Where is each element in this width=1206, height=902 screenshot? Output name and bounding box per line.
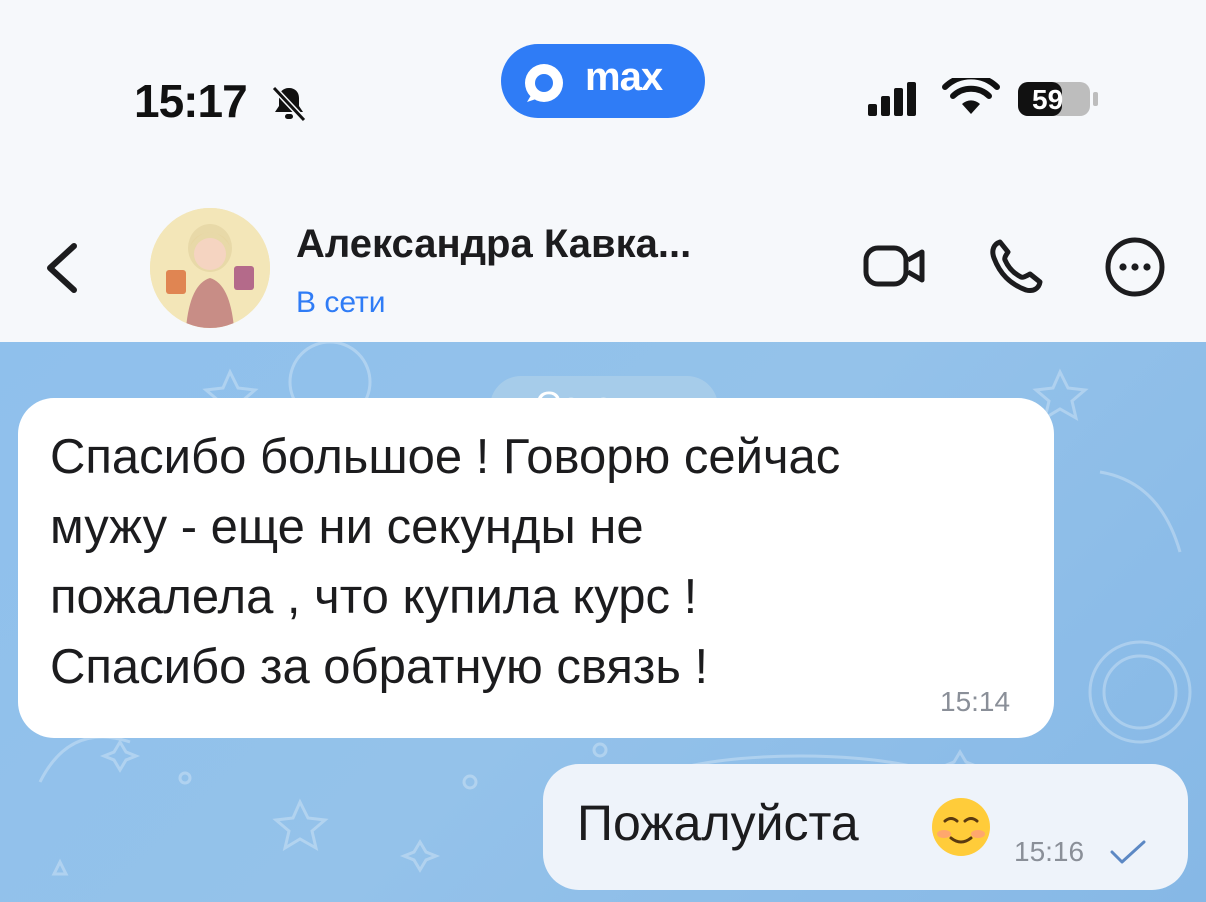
battery-level: 59 [1032, 84, 1064, 115]
presence-status: В сети [296, 286, 386, 319]
smiling-face-icon [932, 798, 990, 856]
contact-avatar[interactable] [150, 208, 270, 328]
status-time: 15:17 [134, 75, 248, 127]
max-app-label: max [585, 55, 663, 99]
incoming-message-text: Спасибо большое ! Говорю сейчас мужу - е… [50, 430, 841, 694]
status-bar: 15:17 max 59 [0, 0, 1206, 180]
avatar-illustration [150, 208, 270, 328]
back-chevron-icon[interactable] [40, 240, 86, 296]
bell-muted-icon [271, 85, 307, 123]
more-options-icon[interactable] [1104, 236, 1166, 298]
outgoing-message-time: 15:16 [1014, 836, 1085, 867]
video-call-icon[interactable] [862, 240, 928, 292]
chat-header: Александра Кавка... В сети [0, 180, 1206, 342]
contact-name[interactable]: Александра Кавка... [296, 222, 691, 267]
max-logo-icon [525, 64, 563, 102]
cellular-signal-icon [868, 82, 916, 116]
wifi-icon [942, 78, 1000, 114]
sent-check-icon [1110, 840, 1146, 864]
outgoing-message-text: Пожалуйста [577, 795, 859, 851]
phone-call-icon[interactable] [986, 236, 1044, 296]
incoming-message-time: 15:14 [940, 686, 1011, 717]
